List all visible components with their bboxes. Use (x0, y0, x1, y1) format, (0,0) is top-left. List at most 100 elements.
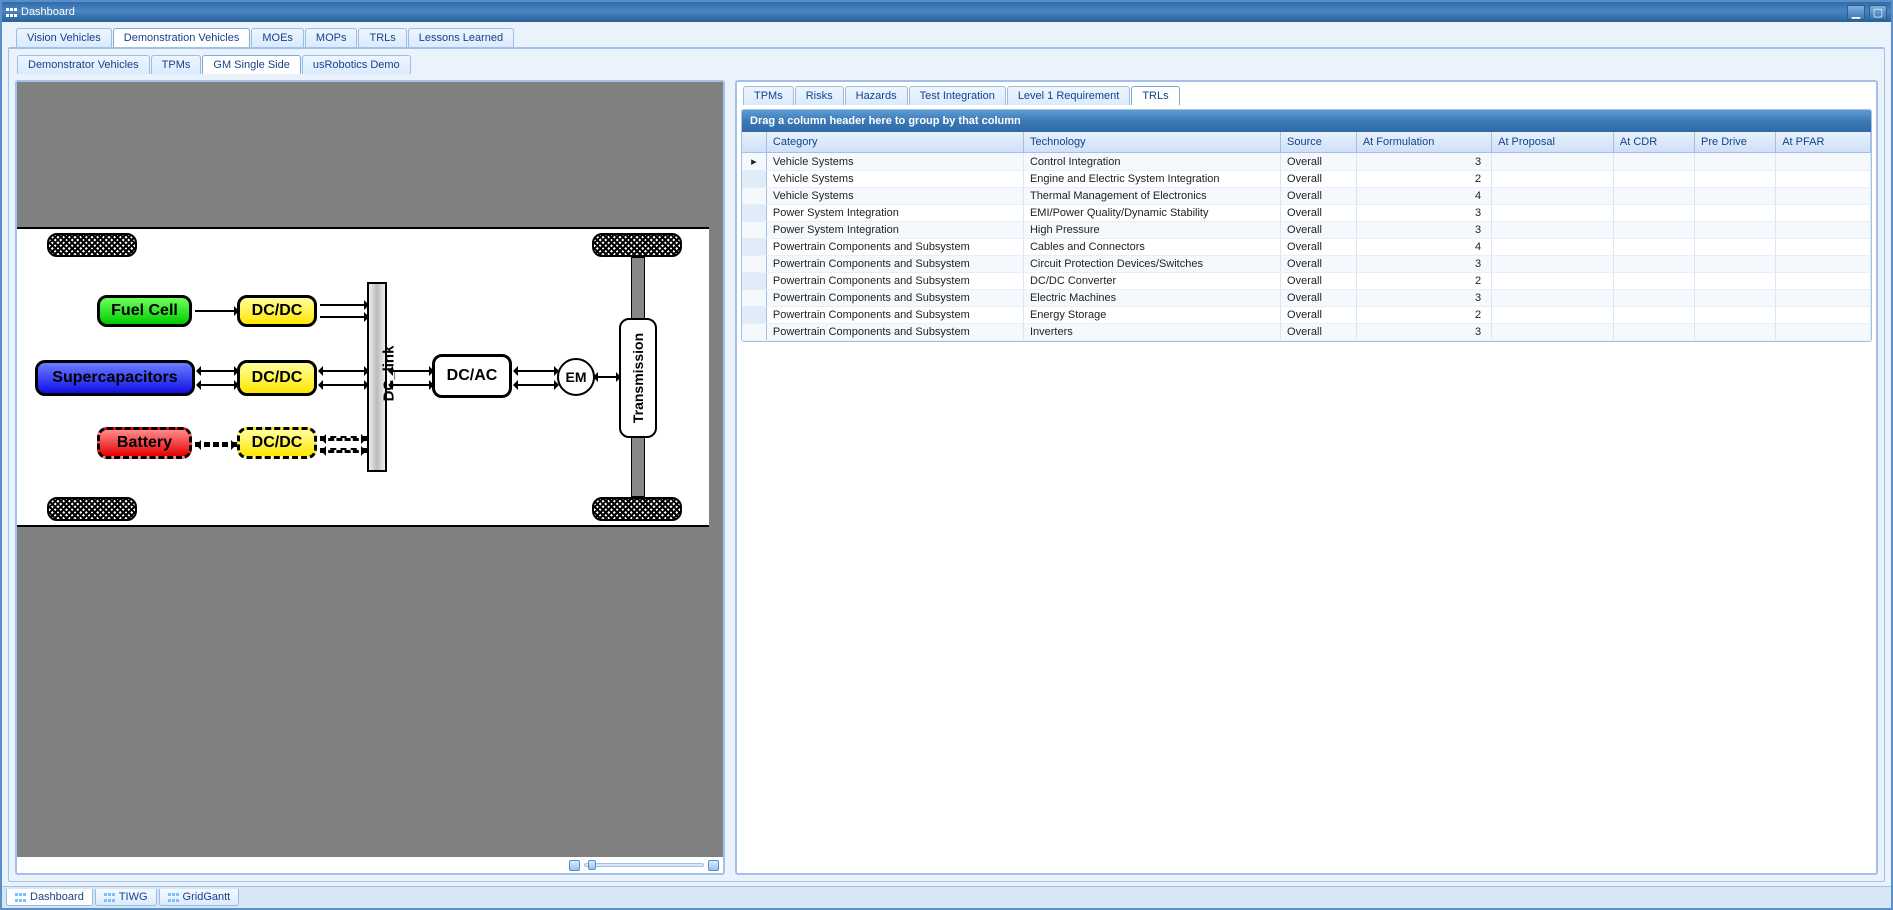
cell[interactable]: 2 (1356, 307, 1491, 324)
tab-demonstration-vehicles[interactable]: Demonstration Vehicles (113, 28, 251, 47)
cell[interactable]: Overall (1281, 153, 1357, 171)
cell[interactable]: Powertrain Components and Subsystem (766, 239, 1023, 256)
cell[interactable]: DC/DC Converter (1023, 273, 1280, 290)
cell[interactable]: Overall (1281, 324, 1357, 341)
cell[interactable] (1695, 153, 1776, 171)
subtab-demonstrator-vehicles[interactable]: Demonstrator Vehicles (17, 55, 150, 74)
table-row[interactable]: ▸Vehicle SystemsControl IntegrationOvera… (742, 153, 1871, 171)
cell[interactable] (1613, 153, 1694, 171)
cell[interactable] (1613, 256, 1694, 273)
cell[interactable]: Cables and Connectors (1023, 239, 1280, 256)
zoom-slider-thumb[interactable] (588, 860, 596, 870)
cell[interactable]: Vehicle Systems (766, 171, 1023, 188)
cell[interactable] (1695, 188, 1776, 205)
cell[interactable] (1695, 205, 1776, 222)
cell[interactable] (1776, 222, 1871, 239)
cell[interactable] (1776, 153, 1871, 171)
column-header-category[interactable]: Category (766, 132, 1023, 153)
cell[interactable] (1695, 273, 1776, 290)
bottom-tab-tiwg[interactable]: TIWG (95, 889, 157, 906)
cell[interactable]: 3 (1356, 324, 1491, 341)
cell[interactable] (1695, 222, 1776, 239)
cell[interactable]: 2 (1356, 171, 1491, 188)
fuel-cell-node[interactable]: Fuel Cell (97, 295, 192, 327)
cell[interactable]: Thermal Management of Electronics (1023, 188, 1280, 205)
cell[interactable] (1695, 239, 1776, 256)
cell[interactable] (1492, 222, 1614, 239)
cell[interactable]: Inverters (1023, 324, 1280, 341)
cell[interactable] (1613, 239, 1694, 256)
cell[interactable] (1492, 153, 1614, 171)
cell[interactable] (1695, 324, 1776, 341)
bottom-tab-gridgantt[interactable]: GridGantt (159, 889, 240, 906)
cell[interactable] (1492, 273, 1614, 290)
cell[interactable]: 4 (1356, 239, 1491, 256)
cell[interactable]: Overall (1281, 239, 1357, 256)
column-header-at-formulation[interactable]: At Formulation (1356, 132, 1491, 153)
group-by-bar[interactable]: Drag a column header here to group by th… (742, 110, 1871, 132)
column-header-source[interactable]: Source (1281, 132, 1357, 153)
cell[interactable] (1492, 205, 1614, 222)
cell[interactable]: Vehicle Systems (766, 188, 1023, 205)
cell[interactable]: Vehicle Systems (766, 153, 1023, 171)
tab-vision-vehicles[interactable]: Vision Vehicles (16, 28, 112, 47)
cell[interactable]: Overall (1281, 222, 1357, 239)
cell[interactable]: Electric Machines (1023, 290, 1280, 307)
cell[interactable] (1613, 205, 1694, 222)
cell[interactable] (1492, 171, 1614, 188)
table-row[interactable]: Powertrain Components and SubsystemCable… (742, 239, 1871, 256)
cell[interactable]: 3 (1356, 290, 1491, 307)
cell[interactable] (1776, 307, 1871, 324)
table-row[interactable]: Vehicle SystemsThermal Management of Ele… (742, 188, 1871, 205)
cell[interactable] (1776, 188, 1871, 205)
subtab-tpms[interactable]: TPMs (151, 55, 202, 74)
cell[interactable]: Energy Storage (1023, 307, 1280, 324)
cell[interactable] (1776, 205, 1871, 222)
dcac-node[interactable]: DC/AC (432, 354, 512, 398)
cell[interactable] (1776, 324, 1871, 341)
bottom-tab-dashboard[interactable]: Dashboard (6, 889, 93, 906)
supercapacitors-node[interactable]: Supercapacitors (35, 360, 195, 396)
cell[interactable]: Powertrain Components and Subsystem (766, 273, 1023, 290)
cell[interactable]: 3 (1356, 222, 1491, 239)
diagram-canvas[interactable]: DC_link Fuel Cell DC/DC Supercapacitors … (17, 82, 723, 857)
cell[interactable]: Power System Integration (766, 222, 1023, 239)
cell[interactable]: 4 (1356, 188, 1491, 205)
cell[interactable]: Powertrain Components and Subsystem (766, 324, 1023, 341)
column-header-at-cdr[interactable]: At CDR (1613, 132, 1694, 153)
table-row[interactable]: Power System IntegrationHigh PressureOve… (742, 222, 1871, 239)
cell[interactable]: High Pressure (1023, 222, 1280, 239)
cell[interactable]: Powertrain Components and Subsystem (766, 290, 1023, 307)
minimize-button[interactable]: ▁ (1847, 5, 1865, 20)
maximize-button[interactable]: ▢ (1869, 5, 1887, 20)
trls-grid[interactable]: CategoryTechnologySourceAt FormulationAt… (742, 132, 1871, 341)
column-header-at-proposal[interactable]: At Proposal (1492, 132, 1614, 153)
cell[interactable]: Overall (1281, 188, 1357, 205)
cell[interactable] (1613, 290, 1694, 307)
battery-node[interactable]: Battery (97, 427, 192, 459)
cell[interactable] (1613, 188, 1694, 205)
table-row[interactable]: Powertrain Components and SubsystemInver… (742, 324, 1871, 341)
transmission-node[interactable]: Transmission (619, 318, 657, 438)
cell[interactable] (1776, 239, 1871, 256)
cell[interactable]: Control Integration (1023, 153, 1280, 171)
cell[interactable] (1695, 171, 1776, 188)
cell[interactable] (1613, 171, 1694, 188)
subtab-usrobotics-demo[interactable]: usRobotics Demo (302, 55, 411, 74)
cell[interactable]: Overall (1281, 273, 1357, 290)
cell[interactable] (1613, 307, 1694, 324)
titlebar[interactable]: Dashboard ▁ ▢ (2, 2, 1891, 22)
tab-mops[interactable]: MOPs (305, 28, 358, 47)
cell[interactable]: 2 (1356, 273, 1491, 290)
cell[interactable] (1613, 222, 1694, 239)
tab-lessons-learned[interactable]: Lessons Learned (408, 28, 514, 47)
cell[interactable] (1492, 307, 1614, 324)
cell[interactable] (1492, 188, 1614, 205)
cell[interactable] (1776, 171, 1871, 188)
cell[interactable]: EMI/Power Quality/Dynamic Stability (1023, 205, 1280, 222)
zoom-slider[interactable] (584, 863, 704, 867)
cell[interactable] (1613, 273, 1694, 290)
cell[interactable] (1492, 290, 1614, 307)
cell[interactable] (1776, 290, 1871, 307)
cell[interactable]: Circuit Protection Devices/Switches (1023, 256, 1280, 273)
